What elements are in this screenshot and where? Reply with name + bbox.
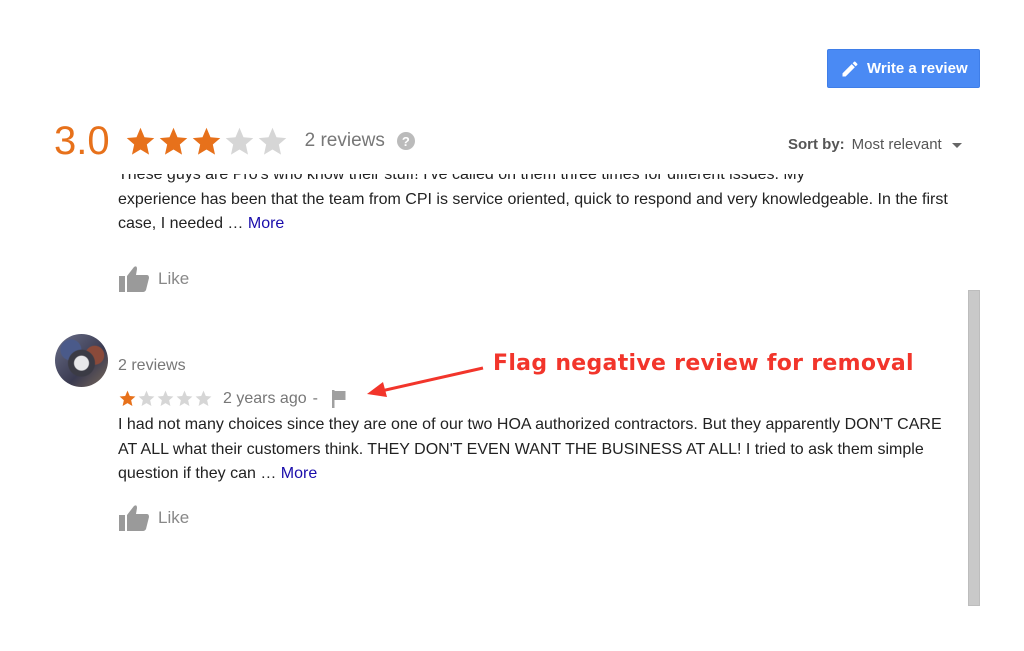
write-review-label: Write a review	[867, 60, 968, 77]
review-empty-star-icon	[157, 390, 174, 407]
meta-separator: -	[312, 389, 318, 407]
review-1-like-button[interactable]: Like	[118, 265, 189, 293]
rating-summary: 3.0 2 reviews ?	[54, 116, 415, 166]
review-1-like-label: Like	[158, 269, 190, 288]
review-2-stars	[118, 389, 213, 408]
summary-filled-star-icon	[126, 127, 154, 155]
reviewer-review-count[interactable]: 2 reviews	[118, 357, 186, 375]
review-2-like-label: Like	[158, 508, 190, 527]
review-empty-star-icon	[195, 390, 212, 407]
review-1-text: These guys are Pro's who know their stuf…	[118, 174, 948, 246]
thumbs-up-icon	[119, 505, 149, 531]
annotation-label: Flag negative review for removal	[493, 351, 914, 376]
pencil-icon	[842, 60, 858, 76]
review-2-text: I had not many choices since they are on…	[118, 413, 948, 487]
annotation-arrow	[367, 366, 484, 397]
review-empty-star-icon	[176, 390, 193, 407]
summary-empty-star-icon	[258, 127, 286, 155]
sort-label: Sort by:	[788, 136, 845, 153]
chevron-down-icon	[951, 143, 962, 148]
total-review-count[interactable]: 2 reviews	[305, 130, 385, 152]
review-2-body: I had not many choices since they are on…	[118, 416, 942, 482]
thumbs-up-icon	[119, 266, 149, 292]
summary-filled-star-icon	[192, 127, 220, 155]
review-1-more-link[interactable]: More	[248, 215, 284, 232]
review-2-meta: 2 years ago -	[118, 389, 346, 408]
sort-dropdown[interactable]: Sort by: Most relevant	[788, 136, 962, 153]
review-2-like-button[interactable]: Like	[118, 504, 189, 532]
review-1-clipped-line: These guys are Pro's who know their stuf…	[118, 174, 805, 183]
review-filled-star-icon	[119, 390, 136, 407]
reviewer-avatar[interactable]	[55, 334, 108, 387]
review-2-time: 2 years ago	[223, 389, 307, 407]
flag-icon[interactable]	[331, 389, 346, 408]
summary-empty-star-icon	[225, 127, 253, 155]
sort-value: Most relevant	[851, 136, 942, 153]
review-1-body: experience has been that the team from C…	[118, 190, 948, 233]
rating-stars	[124, 125, 289, 158]
scrollbar[interactable]	[968, 290, 980, 606]
review-2-more-link[interactable]: More	[281, 465, 317, 482]
review-empty-star-icon	[138, 390, 155, 407]
average-score: 3.0	[54, 118, 110, 163]
summary-filled-star-icon	[159, 127, 187, 155]
write-review-button[interactable]: Write a review	[827, 49, 980, 88]
help-icon[interactable]: ?	[396, 132, 415, 150]
